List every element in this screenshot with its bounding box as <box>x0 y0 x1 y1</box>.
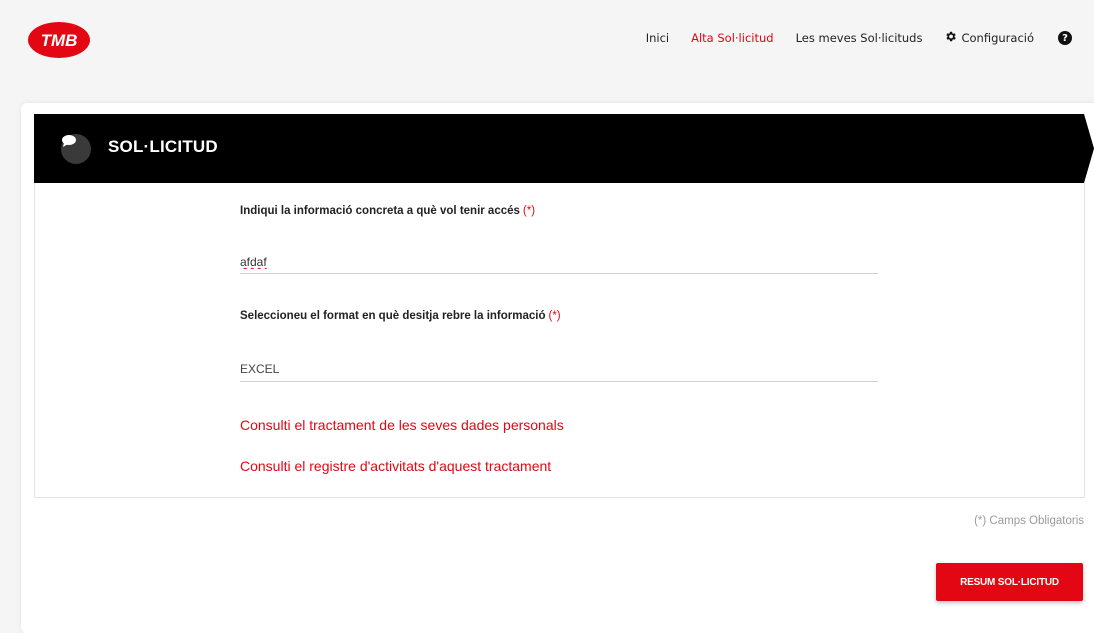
gear-icon <box>944 30 957 46</box>
nav-item-les-meves-sollicituds[interactable]: Les meves Sol·licituds <box>796 31 923 45</box>
required-marker: (*) <box>548 310 561 322</box>
info-input[interactable] <box>240 251 878 274</box>
format-label-text: Seleccioneu el format en què desitja reb… <box>240 310 546 322</box>
nav-item-configuracio[interactable]: Configuració <box>944 30 1034 46</box>
nav-item-configuracio-label: Configuració <box>961 31 1034 45</box>
format-select[interactable]: EXCEL <box>240 359 878 382</box>
info-field-label: Indiqui la informació concreta a què vol… <box>240 205 535 217</box>
main-nav: Inici Alta Sol·licitud Les meves Sol·lic… <box>624 28 1072 48</box>
required-marker: (*) <box>522 205 536 217</box>
required-fields-note: (*) Camps Obligatoris <box>974 515 1084 527</box>
chat-bubble-icon <box>61 134 91 164</box>
top-bar: TMB Inici Alta Sol·licitud Les meves Sol… <box>0 0 1094 100</box>
request-form: Indiqui la informació concreta a què vol… <box>34 183 1085 498</box>
request-summary-button[interactable]: RESUM SOL·LICITUD <box>936 563 1083 601</box>
tmb-logo[interactable]: TMB <box>26 20 92 60</box>
nav-item-alta-sollicitud[interactable]: Alta Sol·licitud <box>691 31 773 45</box>
section-banner: SOL·LICITUD <box>34 114 1094 183</box>
info-label-text: Indiqui la informació concreta a què vol… <box>240 205 520 217</box>
help-icon[interactable]: ? <box>1058 31 1072 45</box>
activity-registry-link[interactable]: Consulti el registre d'activitats d'aque… <box>240 458 551 474</box>
format-field-label: Seleccioneu el format en què desitja reb… <box>240 310 561 322</box>
section-title: SOL·LICITUD <box>108 137 218 156</box>
nav-item-inici[interactable]: Inici <box>646 31 669 45</box>
svg-text:TMB: TMB <box>41 31 78 50</box>
personal-data-link[interactable]: Consulti el tractament de les seves dade… <box>240 417 564 433</box>
